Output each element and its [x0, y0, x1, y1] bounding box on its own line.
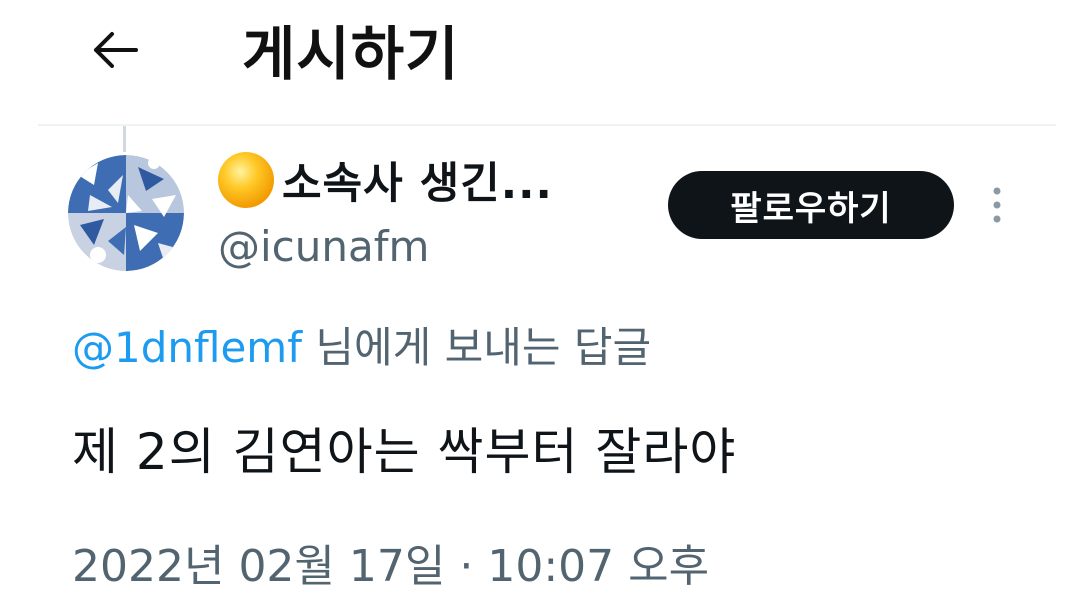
author-handle[interactable]: @icunafm — [218, 222, 429, 271]
reply-context: @1dnflemf 님에게 보내는 답글 — [72, 314, 651, 375]
top-bar: 게시하기 — [0, 0, 1080, 125]
more-vertical-icon — [993, 187, 1001, 223]
reply-mention-link[interactable]: @1dnflemf — [72, 323, 302, 372]
author-display-name: 소속사 생긴... — [282, 159, 553, 209]
thread-connector-line — [123, 126, 126, 152]
page-title: 게시하기 — [242, 20, 460, 88]
follow-button[interactable]: 팔로우하기 — [668, 171, 954, 239]
more-options-button[interactable] — [982, 182, 1012, 228]
tweet-timestamp[interactable]: 2022년 02월 17일 · 10:07 오후 — [72, 530, 709, 594]
tweet-text: 제 2의 김연아는 싹부터 잘라야 — [72, 423, 737, 481]
header-divider — [38, 124, 1056, 126]
back-button[interactable] — [88, 22, 144, 78]
sun-emoji-icon — [218, 152, 274, 208]
author-name-row[interactable]: 소속사 생긴... — [216, 150, 553, 210]
arrow-left-icon — [94, 32, 138, 68]
avatar-image — [68, 155, 184, 271]
avatar[interactable] — [68, 155, 184, 271]
reply-suffix-text: 님에게 보내는 답글 — [302, 323, 652, 372]
